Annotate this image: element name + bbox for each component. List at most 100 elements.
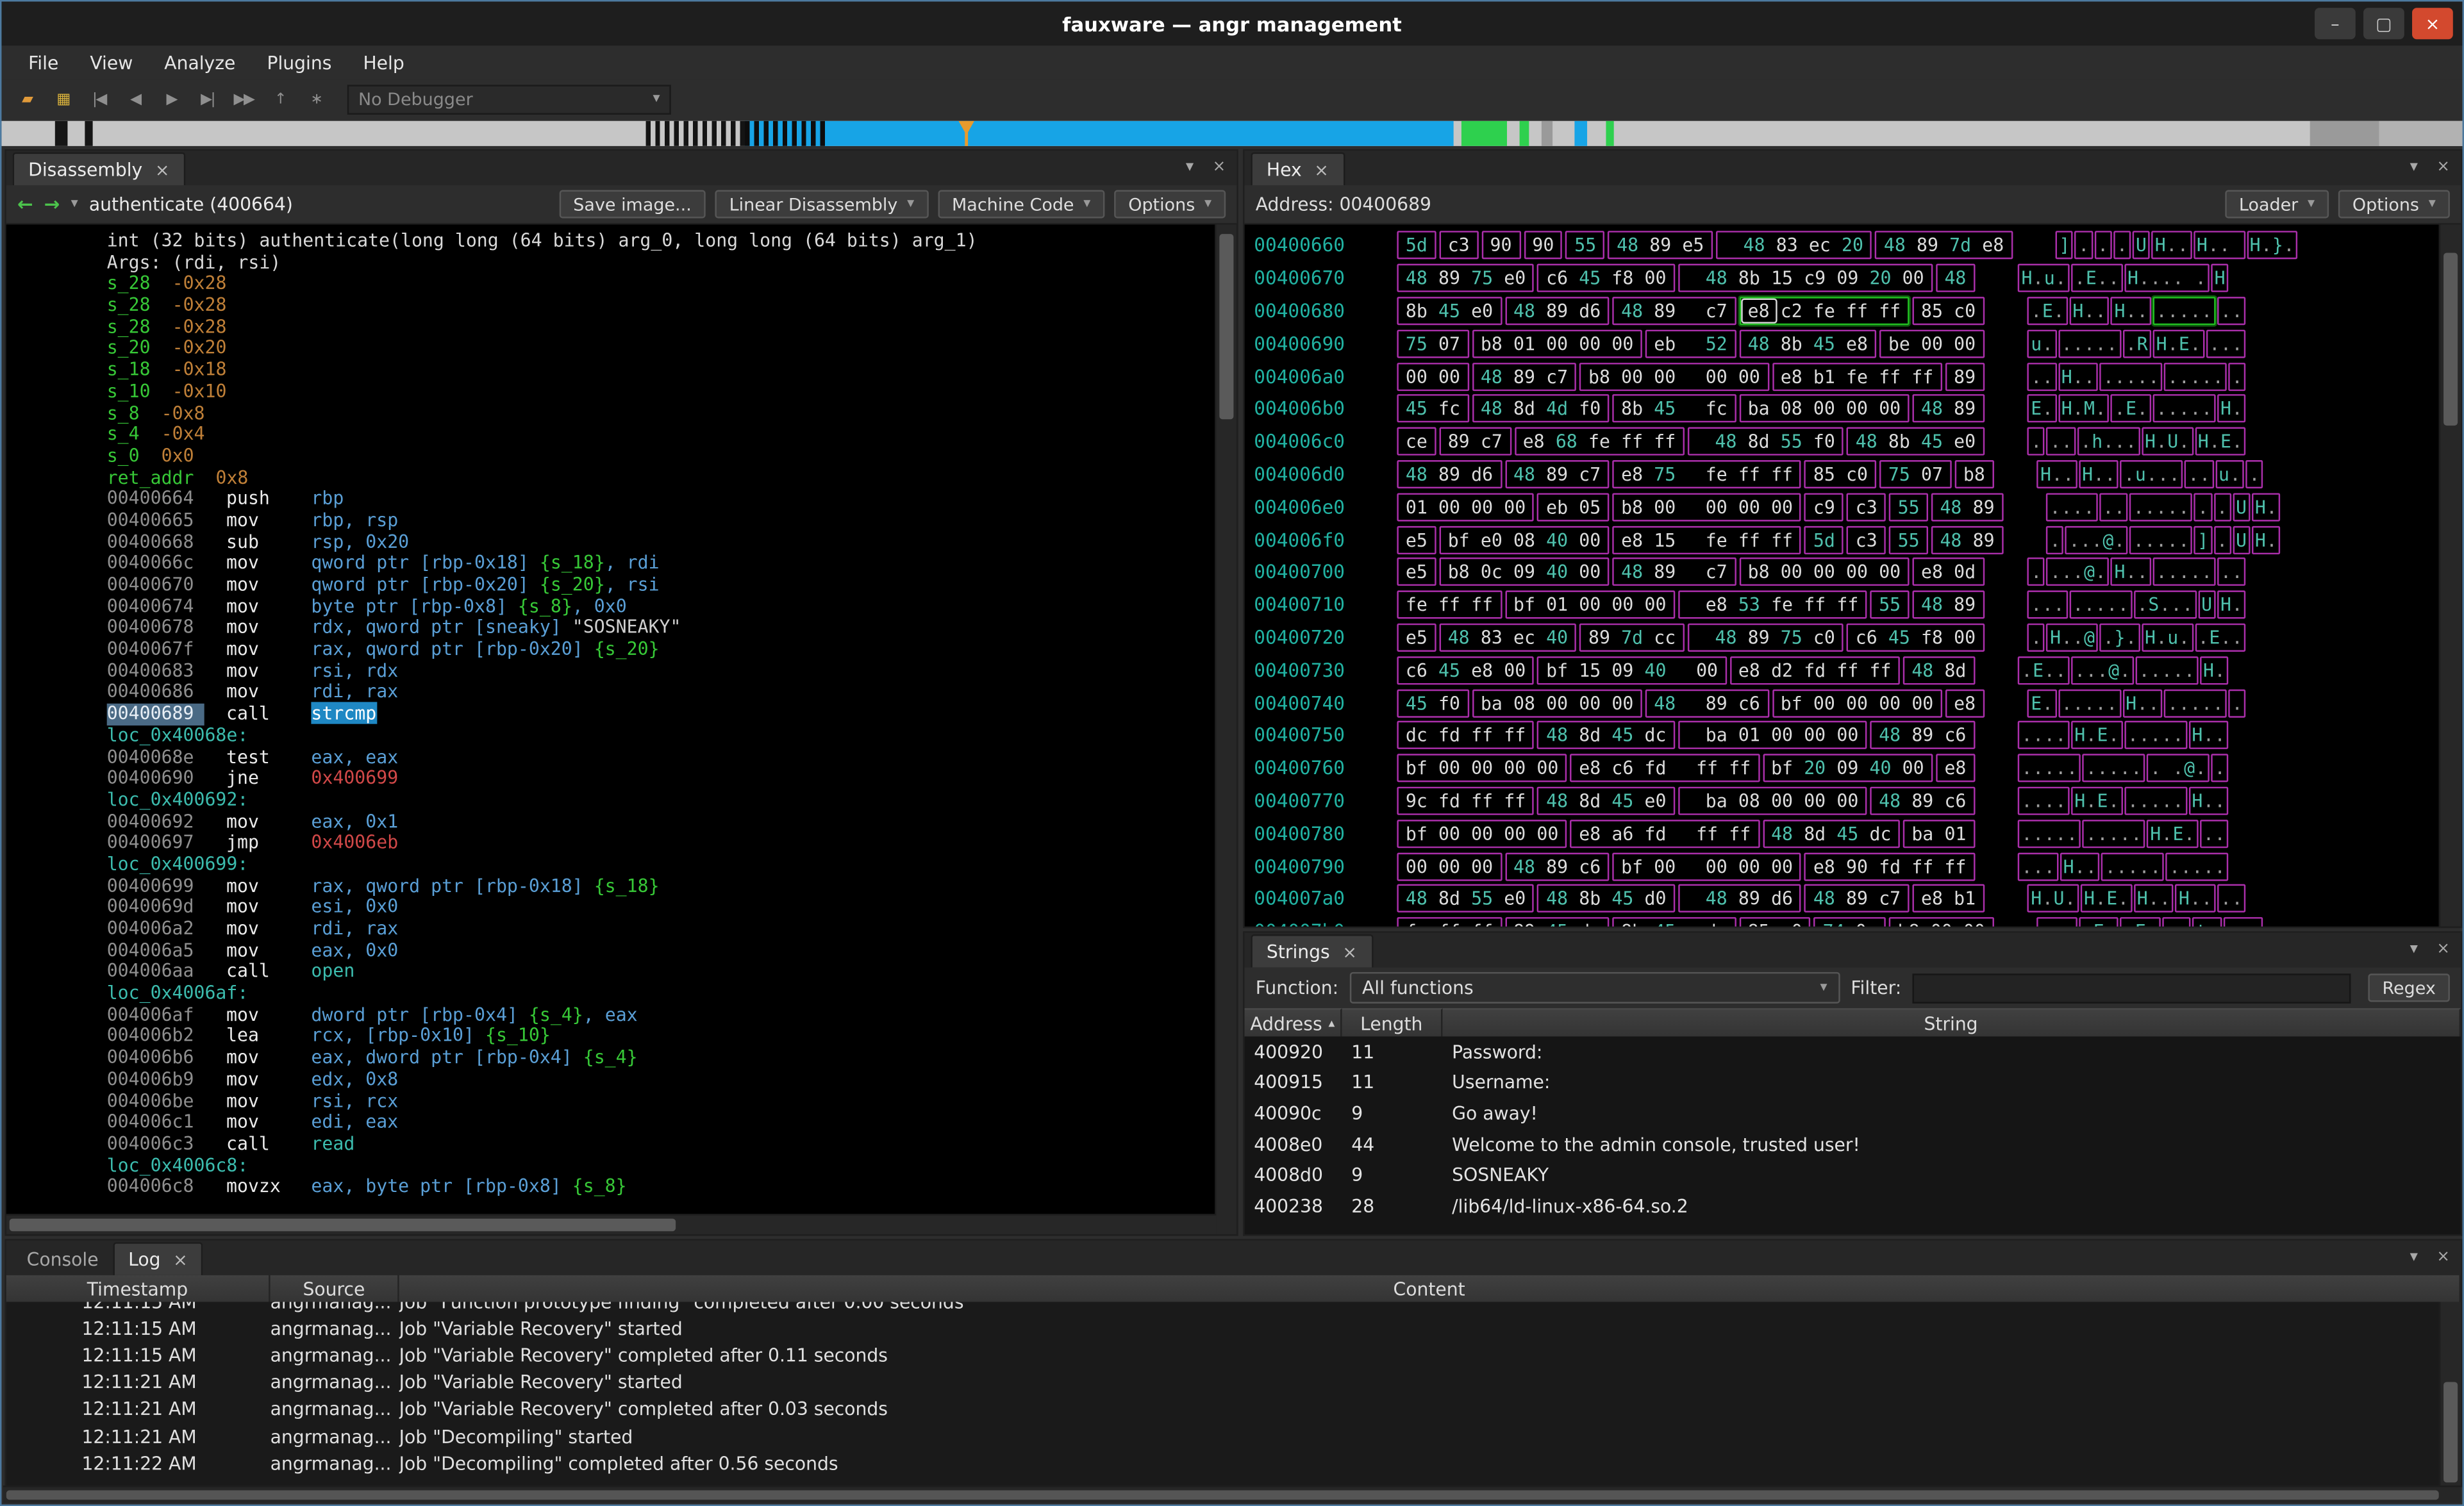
disassembly-line[interactable]: 0040069dmovesi, 0x0 <box>107 897 1217 919</box>
hex-byte[interactable]: 55 <box>1892 529 1925 550</box>
ascii-char[interactable]: H <box>2061 365 2072 387</box>
hex-byte[interactable]: 89 <box>1649 300 1681 322</box>
hex-byte[interactable]: c3 <box>1850 529 1883 550</box>
ascii-char[interactable]: E <box>2033 659 2044 681</box>
hex-byte[interactable]: c9 <box>1808 496 1840 518</box>
ascii-char[interactable]: . <box>2182 594 2193 616</box>
ascii-char[interactable]: . <box>2148 888 2160 909</box>
hex-byte[interactable]: 00 <box>1874 561 1906 583</box>
ascii-char[interactable]: . <box>2195 267 2206 289</box>
function-chevron-icon[interactable]: ▾ <box>71 196 78 212</box>
hex-byte[interactable]: c0 <box>1775 920 1808 926</box>
hex-byte[interactable]: 48 <box>1710 431 1742 452</box>
hex-byte[interactable]: eb <box>1541 496 1574 518</box>
hex-byte[interactable]: 00 <box>1433 365 1465 387</box>
hex-byte[interactable]: e8 <box>1915 561 1948 583</box>
hex-byte[interactable]: 00 <box>1541 692 1574 714</box>
hex-byte[interactable]: ff <box>1499 725 1531 747</box>
column-header-address[interactable]: Address▴ <box>1245 1008 1342 1036</box>
hex-byte[interactable]: 8d <box>1574 725 1606 747</box>
ascii-char[interactable]: . <box>2249 463 2260 485</box>
tab-disassembly[interactable]: Disassembly × <box>13 153 185 185</box>
disassembly-line[interactable]: 004006c8movzxeax, byte ptr [rbp-0x8] {s_… <box>107 1177 1217 1198</box>
disassembly-line[interactable]: 0040067fmovrax, qword ptr [rbp-0x20] {s_… <box>107 640 1217 661</box>
hex-byte[interactable]: 00 <box>1499 496 1531 518</box>
disassembly-line[interactable]: s_4 -0x4 <box>107 424 1217 446</box>
hex-byte[interactable]: 83 <box>1475 627 1508 649</box>
ascii-char[interactable]: H <box>2220 398 2232 420</box>
hex-byte[interactable]: dc <box>1400 725 1433 747</box>
ascii-char[interactable]: . <box>2095 333 2106 354</box>
ascii-char[interactable]: E <box>2209 627 2220 649</box>
hex-byte[interactable]: 00 <box>1649 855 1681 877</box>
hex-byte[interactable]: 45 <box>1808 333 1840 354</box>
ascii-char[interactable]: . <box>2061 333 2072 354</box>
hex-byte[interactable]: e8 <box>1574 822 1606 844</box>
hex-byte[interactable]: ff <box>1691 822 1724 844</box>
hex-byte[interactable]: e8 <box>1466 659 1499 681</box>
disassembly-line[interactable]: 00400683movrsi, rdx <box>107 661 1217 683</box>
ascii-char[interactable]: u <box>2031 333 2042 354</box>
ascii-char[interactable]: . <box>2166 235 2177 256</box>
hex-byte[interactable]: ff <box>1733 529 1765 550</box>
hex-byte[interactable]: 85 <box>1915 300 1948 322</box>
ascii-char[interactable]: E <box>2097 790 2108 811</box>
disassembly-line[interactable]: s_18 -0x18 <box>107 360 1217 381</box>
hex-byte[interactable]: fd <box>1874 855 1906 877</box>
hex-byte[interactable]: 09 <box>1831 757 1864 779</box>
hex-byte[interactable]: ff <box>1649 431 1681 452</box>
disassembly-line[interactable]: 00400678movrdx, qword ptr [sneaky] "SOSN… <box>107 618 1217 640</box>
ascii-char[interactable]: . <box>2108 757 2120 779</box>
ascii-char[interactable]: . <box>2084 300 2095 322</box>
ascii-char[interactable]: . <box>2033 725 2044 747</box>
scroll-thumb[interactable] <box>2443 1382 2458 1483</box>
hex-byte[interactable]: c9 <box>1799 267 1831 289</box>
ascii-char[interactable]: H <box>2197 235 2208 256</box>
ascii-char[interactable]: . <box>2179 561 2190 583</box>
hex-byte[interactable]: 45 <box>1831 822 1864 844</box>
hex-byte[interactable]: 00 <box>1400 365 1433 387</box>
ascii-char[interactable]: . <box>2049 529 2061 550</box>
ascii-char[interactable]: . <box>2167 365 2179 387</box>
ascii-char[interactable]: . <box>2214 757 2226 779</box>
ascii-char[interactable]: H <box>2249 235 2261 256</box>
disassembly-line[interactable]: 004006c1movedi, eax <box>107 1112 1217 1134</box>
maximize-button[interactable]: ▢ <box>2363 8 2404 39</box>
ascii-char[interactable]: . <box>2138 725 2150 747</box>
hex-byte[interactable]: e5 <box>1677 235 1710 256</box>
log-row[interactable]: 12:11:15 AMangrmanag...Job "Function pro… <box>6 1302 2461 1314</box>
menu-file[interactable]: File <box>14 49 72 77</box>
hex-byte[interactable]: 68 <box>1550 431 1583 452</box>
string-row[interactable]: 40090c9Go away! <box>1245 1098 2461 1129</box>
hex-row[interactable]: 004006d04889d64889c7e875feffff85c07507b8… <box>1254 458 2440 491</box>
hex-byte[interactable]: 08 <box>1775 398 1808 420</box>
hex-byte[interactable]: ff <box>1466 790 1499 811</box>
ascii-char[interactable]: . <box>2108 790 2120 811</box>
disassembly-line[interactable]: 00400665movrbp, rsp <box>107 510 1217 532</box>
ascii-char[interactable]: . <box>2138 790 2150 811</box>
ascii-char[interactable]: . <box>2124 920 2135 926</box>
hex-byte[interactable]: ff <box>1724 757 1756 779</box>
ascii-char[interactable]: . <box>2214 725 2226 747</box>
tab-log[interactable]: Log × <box>113 1242 204 1275</box>
ascii-char[interactable]: . <box>2072 627 2084 649</box>
ascii-char[interactable]: . <box>2031 627 2042 649</box>
nav-forward-icon[interactable]: → <box>44 193 60 215</box>
panel-menu-icon[interactable]: ▾ <box>1186 159 1194 176</box>
disassembly-line[interactable]: loc_0x400692: <box>107 790 1217 811</box>
hex-byte[interactable]: 45 <box>1433 659 1465 681</box>
hex-byte[interactable]: ba <box>1700 725 1733 747</box>
menu-help[interactable]: Help <box>349 49 418 77</box>
hex-byte[interactable]: 48 <box>1400 267 1433 289</box>
hex-byte[interactable]: bf <box>1765 757 1798 779</box>
hex-byte[interactable]: c0 <box>1840 463 1873 485</box>
ascii-char[interactable]: H <box>2197 431 2209 452</box>
hex-byte[interactable]: 48 <box>1935 529 1967 550</box>
string-row[interactable]: 4008d09SOSNEAKY <box>1245 1159 2461 1190</box>
ascii-char[interactable]: . <box>2126 431 2137 452</box>
hex-byte[interactable]: fe <box>1840 365 1873 387</box>
ascii-char[interactable]: . <box>2201 888 2213 909</box>
hex-byte[interactable]: 01 <box>1733 725 1765 747</box>
hex-byte[interactable]: 89 <box>1644 235 1677 256</box>
hex-byte[interactable]: 0c <box>1475 561 1508 583</box>
